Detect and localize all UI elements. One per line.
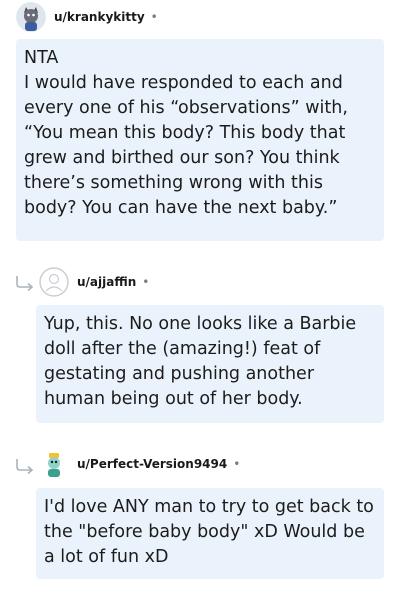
separator-dot: • xyxy=(233,457,241,471)
comment-paragraph: NTA xyxy=(24,48,59,68)
robot-avatar-icon[interactable] xyxy=(39,449,69,479)
default-avatar-icon[interactable] xyxy=(39,267,69,297)
comment-body: NTA I would have responded to each and e… xyxy=(16,39,384,241)
reply-arrow-icon xyxy=(14,458,36,474)
cat-avatar-icon[interactable] xyxy=(16,2,46,32)
comment-paragraph: I'd love ANY man to try to get back to t… xyxy=(44,497,374,567)
separator-dot: • xyxy=(142,275,150,289)
comment-header: u/Perfect-Version9494 • xyxy=(39,448,240,480)
username[interactable]: u/Perfect-Version9494 xyxy=(77,457,227,471)
comment-perfect-version9494: u/Perfect-Version9494 • I'd love ANY man… xyxy=(36,448,386,583)
comment-body: Yup, this. No one looks like a Barbie do… xyxy=(36,305,384,423)
comment-header: u/ajjaffin • xyxy=(39,266,149,298)
reply-arrow-icon xyxy=(14,275,36,291)
comment-ajjaffin: u/ajjaffin • Yup, this. No one looks lik… xyxy=(36,265,386,425)
username[interactable]: u/ajjaffin xyxy=(77,275,136,289)
comment-paragraph: I would have responded to each and every… xyxy=(24,73,348,218)
comment-paragraph: Yup, this. No one looks like a Barbie do… xyxy=(44,314,357,409)
comment-krankykitty: u/krankykitty • NTA I would have respond… xyxy=(14,0,386,245)
separator-dot: • xyxy=(150,10,158,24)
comment-header: u/krankykitty • xyxy=(16,1,158,33)
comment-body: I'd love ANY man to try to get back to t… xyxy=(36,488,384,579)
username[interactable]: u/krankykitty xyxy=(54,10,145,24)
